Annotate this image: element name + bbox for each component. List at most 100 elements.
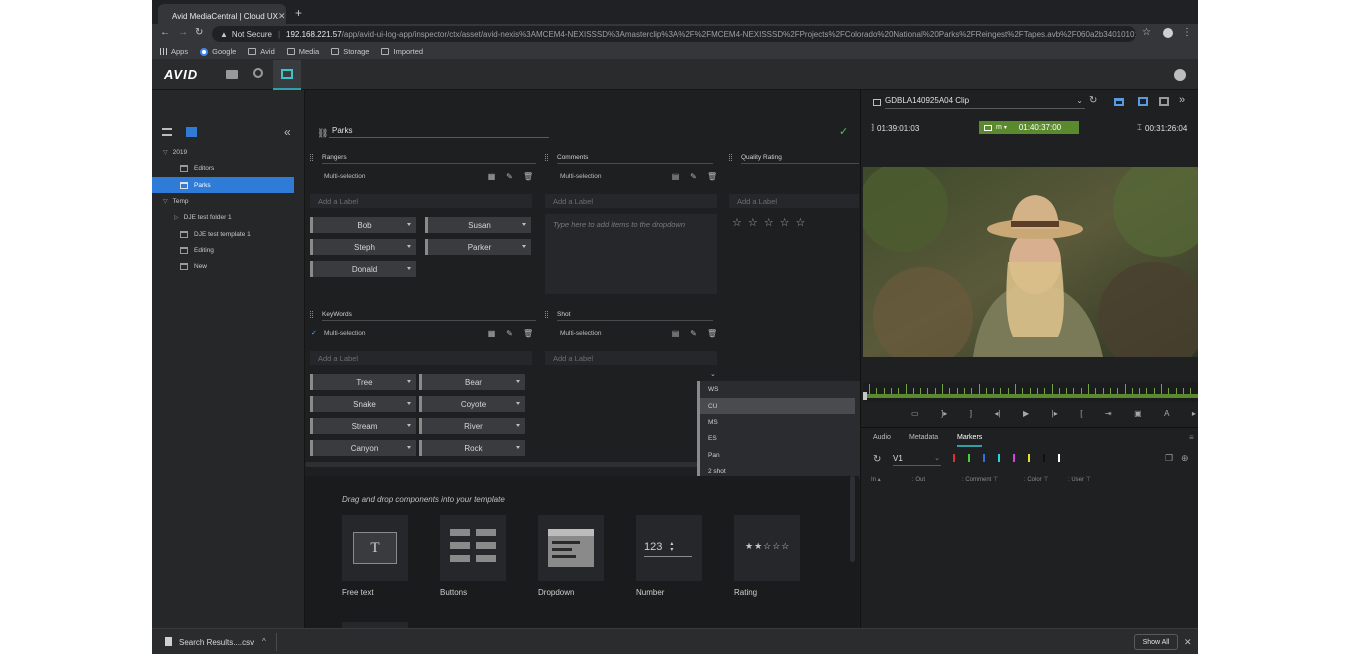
close-icon[interactable]: ✕ (278, 11, 286, 22)
button-tree[interactable]: Tree (310, 374, 416, 390)
trash-icon[interactable]: 🗑 (523, 172, 533, 181)
step-forward-icon[interactable]: |▸ (1052, 409, 1058, 418)
new-tab-icon[interactable]: + (295, 7, 302, 19)
template-name-field[interactable]: Parks (329, 126, 549, 138)
shot-option[interactable]: WS (700, 381, 872, 397)
audio-icon[interactable]: A (1164, 409, 1169, 418)
multi-selection-rangers[interactable]: Multi-selection (311, 173, 366, 180)
tab-markers[interactable]: Markers (957, 434, 983, 447)
shot-option[interactable]: MS (700, 414, 872, 430)
mark-in-button-icon[interactable]: ]▸ (941, 409, 947, 418)
list-view-icon[interactable] (162, 128, 172, 136)
monitor-toggle-icon[interactable]: ▭ (911, 409, 919, 418)
chevron-down-icon[interactable]: ⌄ (710, 370, 716, 378)
mark-out-button-icon[interactable]: ] (970, 409, 972, 418)
column-header-out[interactable]: : Out (912, 477, 962, 483)
component-rating[interactable]: ★★☆☆☆ (734, 515, 800, 581)
collapse-icon[interactable]: « (284, 125, 291, 139)
column-header-color[interactable]: : Color ⊤ (1024, 476, 1068, 483)
drag-handle[interactable] (545, 154, 548, 161)
button-steph[interactable]: Steph (310, 239, 416, 255)
button-parker[interactable]: Parker (425, 239, 531, 255)
component-free-text[interactable]: T (342, 515, 408, 581)
bookmark-storage[interactable]: Storage (331, 47, 369, 56)
trash-icon[interactable]: 🗑 (707, 329, 717, 338)
star-icon[interactable]: ☆ (732, 216, 748, 229)
back-icon[interactable]: ← (160, 27, 170, 38)
marker-color[interactable] (1043, 454, 1045, 462)
chevron-up-icon[interactable]: ^ (262, 637, 266, 646)
download-file-name[interactable]: Search Results....csv (179, 638, 254, 647)
tree-item[interactable]: ▽ 2019 (152, 144, 294, 160)
layout-icon[interactable] (1114, 98, 1124, 106)
add-label-input[interactable]: Add a Label (310, 194, 532, 208)
bookmark-google[interactable]: Google (200, 47, 236, 56)
drag-handle[interactable] (729, 154, 732, 161)
tree-view-icon[interactable] (186, 127, 197, 137)
shot-option-highlighted[interactable]: CU (700, 398, 855, 414)
timecode-mode[interactable]: m (996, 124, 1002, 131)
button-snake[interactable]: Snake (310, 396, 416, 412)
tree-item[interactable]: Editors (152, 160, 294, 176)
star-icon[interactable]: ☆ (748, 216, 764, 229)
multi-selection-comments[interactable]: Multi-selection (547, 173, 602, 180)
star-icon[interactable]: ☆ (764, 216, 780, 229)
star-rating[interactable]: ☆ ☆ ☆ ☆ ☆ (732, 216, 811, 229)
timeline-ruler[interactable] (863, 382, 1198, 402)
drag-handle[interactable] (310, 311, 313, 318)
tree-item[interactable]: ▷ DJE test folder 1 (152, 209, 294, 225)
button-donald[interactable]: Donald (310, 261, 416, 277)
step-back-icon[interactable]: ◂| (994, 409, 1000, 418)
column-header-user[interactable]: : User ⊤ (1068, 476, 1118, 483)
user-avatar[interactable] (1174, 69, 1186, 81)
comments-dropdown-area[interactable]: Type here to add items to the dropdown (545, 214, 717, 294)
checkbox[interactable] (547, 173, 554, 180)
profile-icon[interactable] (1163, 28, 1173, 38)
marker-color[interactable] (1058, 454, 1060, 462)
clip-name-selector[interactable]: GDBLA140925A04 Clip ⌄ (885, 96, 1085, 109)
multi-selection-shot[interactable]: Multi-selection (547, 330, 602, 337)
log-app-tab[interactable] (273, 60, 301, 90)
address-bar[interactable]: ▲ Not Secure | 192.168.221.57 /app/avid-… (212, 26, 1136, 42)
tree-item[interactable]: DJE test template 1 (152, 226, 294, 242)
position-timecode[interactable]: m ▾ 01:40:37:00 (979, 121, 1079, 134)
close-icon[interactable]: ✕ (1184, 637, 1192, 648)
marker-color[interactable] (1013, 454, 1015, 462)
column-header-comment[interactable]: : Comment ⊤ (962, 476, 1024, 483)
export-icon[interactable] (1159, 97, 1169, 106)
tree-item[interactable]: New (152, 258, 294, 274)
trash-icon[interactable]: 🗑 (523, 329, 533, 338)
marker-color[interactable] (1028, 454, 1030, 462)
add-label-input[interactable]: Add a Label (310, 351, 532, 365)
grid-icon[interactable]: ▦ (487, 172, 496, 181)
marker-color[interactable] (998, 454, 1000, 462)
track-select[interactable]: V1 ⌄ (893, 454, 941, 466)
clear-marks-icon[interactable]: ⇥ (1105, 409, 1112, 418)
button-bob[interactable]: Bob (310, 217, 416, 233)
forward-icon[interactable]: → (178, 27, 188, 38)
edit-icon[interactable]: ✎ (505, 172, 514, 181)
vertical-scrollbar[interactable] (850, 476, 855, 562)
grid-icon[interactable]: ▦ (487, 329, 496, 338)
marker-color[interactable] (983, 454, 985, 462)
bookmark-imported[interactable]: Imported (381, 47, 423, 56)
button-susan[interactable]: Susan (425, 217, 531, 233)
add-label-input[interactable]: Add a Label (545, 194, 717, 208)
button-river[interactable]: River (419, 418, 525, 434)
more-icon[interactable]: ▸ (1192, 409, 1196, 418)
star-icon[interactable]: ☆ (796, 216, 812, 229)
drag-handle[interactable] (310, 154, 313, 161)
tree-item[interactable]: ▽ Temp (152, 193, 294, 209)
button-bear[interactable]: Bear (419, 374, 525, 390)
folder-icon[interactable] (226, 70, 238, 79)
tab-metadata[interactable]: Metadata (909, 434, 938, 441)
column-header-in[interactable]: In ▴ (871, 476, 912, 483)
sync-icon[interactable]: ↻ (873, 454, 881, 465)
edit-icon[interactable]: ✎ (689, 329, 698, 338)
menu-icon[interactable]: ⋮ (1182, 27, 1192, 38)
component-number[interactable]: 123 ▴ ▾ (636, 515, 702, 581)
shot-option[interactable]: Pan (700, 447, 872, 463)
checkbox-checked[interactable]: ✓ (311, 330, 318, 337)
bookmark-apps[interactable]: Apps (160, 47, 188, 56)
video-frame[interactable] (858, 157, 1198, 372)
